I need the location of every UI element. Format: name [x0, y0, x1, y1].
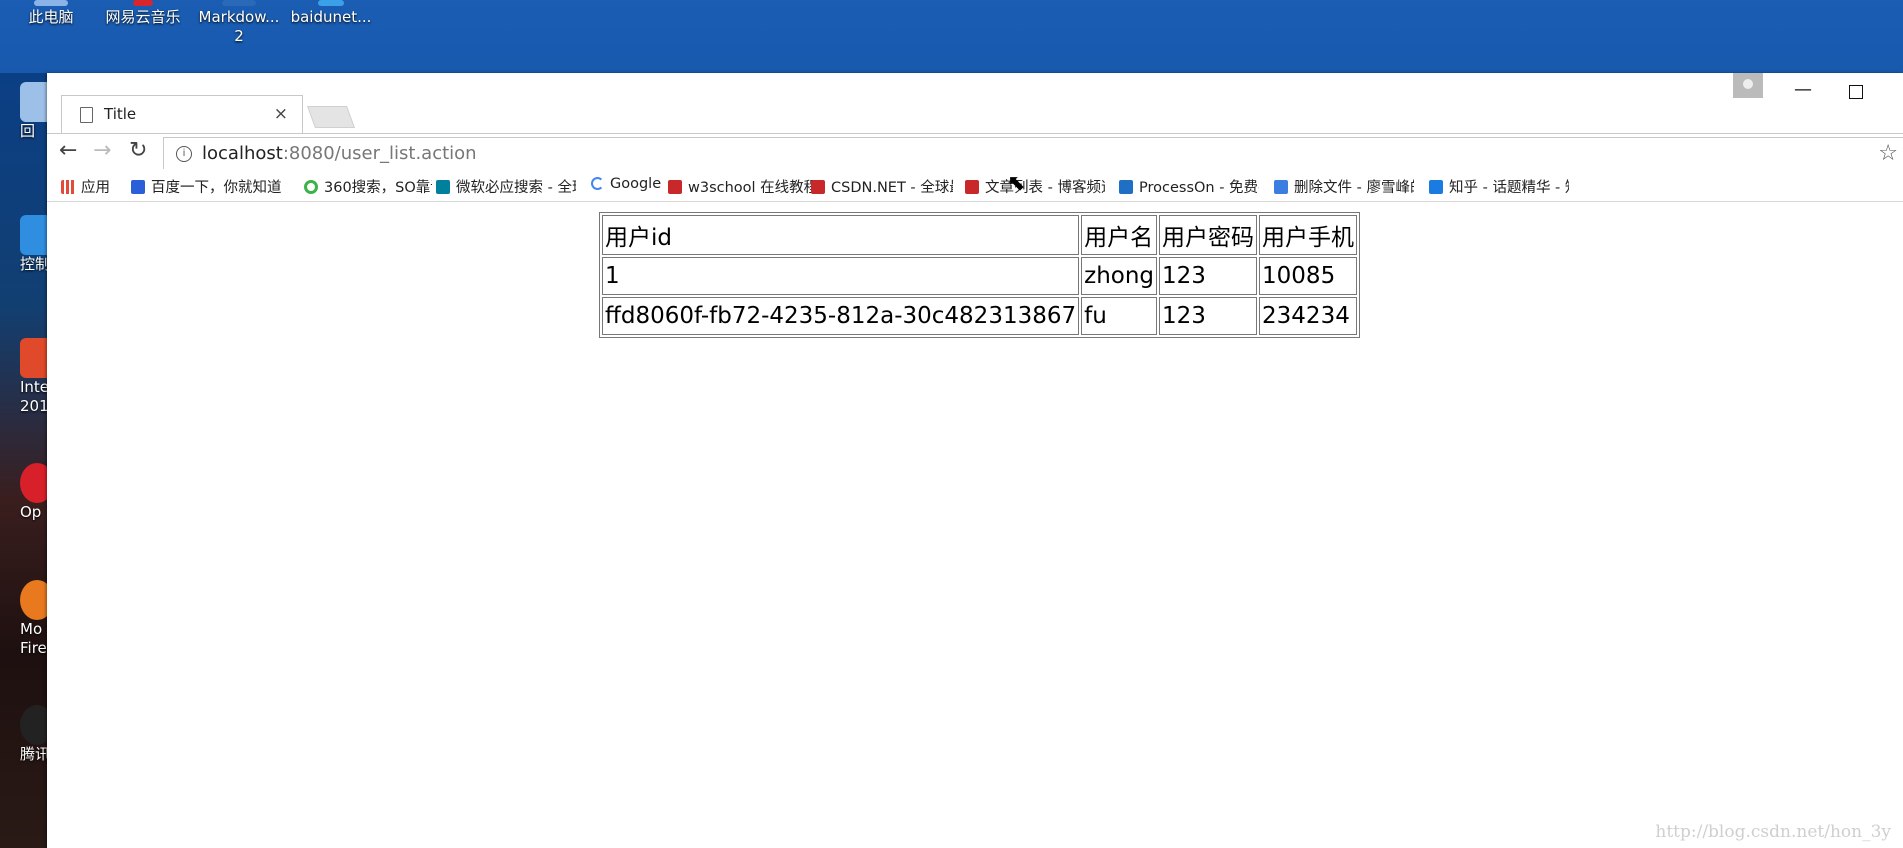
baidu-netdisk-icon — [318, 0, 344, 6]
bookmark-360[interactable]: 360搜索，SO靠谱 — [304, 176, 432, 197]
cell-phone: 234234 — [1259, 297, 1358, 335]
markdown-icon — [222, 0, 256, 6]
watermark: http://blog.csdn.net/hon_3y — [1655, 822, 1891, 842]
cell-username: zhong — [1081, 257, 1158, 295]
bookmark-baidu[interactable]: 百度一下，你就知道 — [131, 176, 291, 197]
cell-user-id: ffd8060f-fb72-4235-812a-30c482313867 — [602, 297, 1080, 335]
baidu-icon — [131, 180, 145, 194]
intellij-icon — [20, 338, 47, 378]
desktop-icon-baidu-netdisk[interactable]: baidunet... — [286, 0, 376, 27]
table-row: 1 zhong 123 10085 — [602, 257, 1358, 295]
bookmark-liaoxuefeng[interactable]: 删除文件 - 廖雪峰的官 — [1274, 176, 1414, 197]
firefox-icon — [20, 580, 47, 620]
desktop-icon-control-panel[interactable]: 控制 — [0, 215, 47, 274]
url-text[interactable]: localhost:8080/user_list.action — [202, 143, 477, 164]
user-table: 用户id 用户名 用户密码 用户手机 1 zhong 123 10085 ffd… — [599, 212, 1361, 338]
table-row: ffd8060f-fb72-4235-812a-30c482313867 fu … — [602, 297, 1358, 335]
title-bar: Title × — — [47, 73, 1903, 134]
bookmark-apps[interactable]: 应用 — [61, 176, 110, 197]
apps-icon — [61, 180, 75, 194]
opera-icon — [20, 463, 47, 503]
new-tab-button[interactable] — [306, 106, 356, 128]
cell-phone: 10085 — [1259, 257, 1358, 295]
bookmark-zhihu[interactable]: 知乎 - 话题精华 - 知乎 — [1429, 176, 1569, 197]
desktop-icon-recycle-bin[interactable]: 回 — [0, 82, 47, 141]
column-header-password: 用户密码 — [1159, 215, 1258, 255]
mouse-cursor-icon: ⬉ — [1007, 171, 1026, 196]
column-header-username: 用户名 — [1081, 215, 1158, 255]
csdn-blog-icon — [965, 180, 979, 194]
bookmark-csdn[interactable]: CSDN.NET - 全球最大 — [811, 176, 953, 197]
tab-title[interactable]: Title × — [61, 95, 303, 134]
column-header-user-id: 用户id — [602, 215, 1080, 255]
forward-icon[interactable]: → — [93, 138, 111, 163]
desktop-icon-netease-music[interactable]: 网易云音乐 — [98, 0, 188, 27]
page-content: 用户id 用户名 用户密码 用户手机 1 zhong 123 10085 ffd… — [47, 202, 1903, 848]
bookmarks-bar: 应用 百度一下，你就知道 360搜索，SO靠谱 微软必应搜索 - 全球捜 Goo… — [47, 169, 1903, 202]
cell-password: 123 — [1159, 257, 1258, 295]
column-header-phone: 用户手机 — [1259, 215, 1358, 255]
close-tab-icon[interactable]: × — [274, 104, 288, 124]
360-search-icon — [304, 180, 318, 194]
page-icon — [80, 107, 93, 123]
maximize-icon[interactable] — [1849, 85, 1863, 99]
back-icon[interactable]: ← — [59, 138, 77, 163]
tab-label: Title — [104, 105, 137, 123]
rocket-icon — [1274, 180, 1288, 194]
minimize-icon[interactable]: — — [1794, 79, 1812, 100]
profile-icon[interactable] — [1733, 73, 1763, 98]
bookmark-w3school[interactable]: w3school 在线教程 — [668, 176, 818, 197]
reload-icon[interactable]: ↻ — [129, 138, 147, 163]
browser-window: Title × — ← → ↻ i localhost:8080/user_li… — [47, 73, 1903, 848]
zhihu-icon — [1429, 180, 1443, 194]
tencent-icon — [20, 705, 47, 745]
cell-username: fu — [1081, 297, 1158, 335]
address-bar[interactable]: i localhost:8080/user_list.action ☆ — [163, 137, 1903, 170]
google-icon — [591, 177, 604, 190]
navigation-toolbar: ← → ↻ i localhost:8080/user_list.action … — [47, 133, 1903, 170]
bookmark-google[interactable]: Google — [591, 176, 661, 192]
recycle-bin-icon — [20, 82, 47, 122]
table-header-row: 用户id 用户名 用户密码 用户手机 — [602, 215, 1358, 255]
bookmark-csdn-blog[interactable]: 文章列表 - 博客频道 - — [965, 176, 1105, 197]
desktop-icon-tencent[interactable]: 腾讯 — [0, 705, 47, 764]
processon-icon — [1119, 180, 1133, 194]
control-panel-icon — [20, 215, 47, 255]
bing-icon — [436, 180, 450, 194]
info-icon[interactable]: i — [176, 146, 192, 162]
desktop-icon-markdown[interactable]: Markdow... 2 — [194, 0, 284, 46]
desktop-icon-computer[interactable]: 此电脑 — [6, 0, 96, 27]
cell-user-id: 1 — [602, 257, 1080, 295]
computer-icon — [34, 0, 68, 6]
bookmark-bing[interactable]: 微软必应搜索 - 全球捜 — [436, 176, 576, 197]
bookmark-processon[interactable]: ProcessOn - 免费在线 — [1119, 176, 1259, 197]
bookmark-star-icon[interactable]: ☆ — [1878, 141, 1898, 166]
desktop-icon-firefox[interactable]: Mo Fire — [0, 580, 47, 658]
desktop-icon-opera[interactable]: Op — [0, 463, 47, 522]
csdn-icon — [811, 180, 825, 194]
w3school-icon — [668, 180, 682, 194]
netease-music-icon — [133, 0, 153, 6]
desktop-icon-intellij[interactable]: Intelli 2016 — [0, 338, 47, 416]
cell-password: 123 — [1159, 297, 1258, 335]
